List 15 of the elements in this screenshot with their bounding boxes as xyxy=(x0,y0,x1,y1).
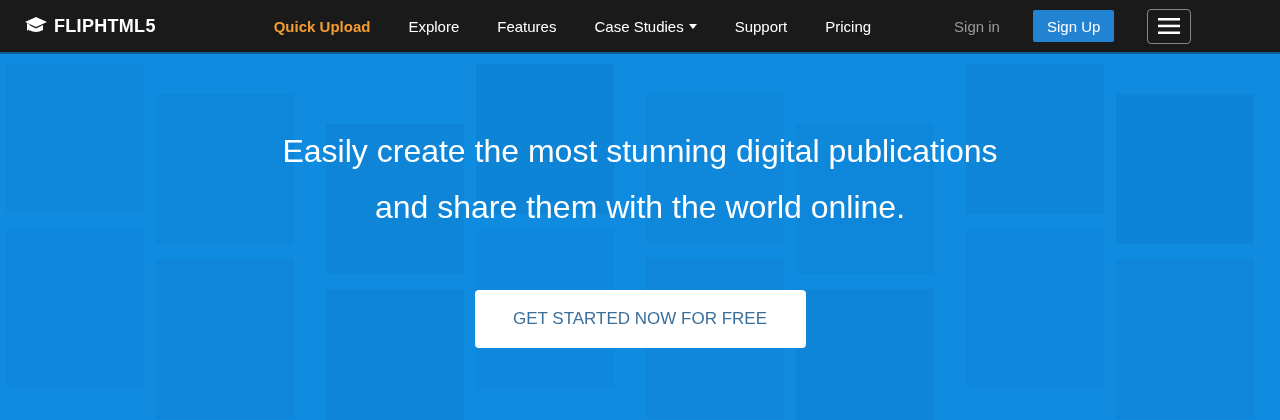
sign-up-button[interactable]: Sign Up xyxy=(1032,10,1115,42)
nav-link[interactable]: Case Studies xyxy=(594,17,697,35)
brand-name[interactable]: FLIPHTML5 xyxy=(54,15,156,37)
sign-in-link[interactable]: Sign in xyxy=(954,17,1000,35)
headline-text: and share them with the world online. xyxy=(374,188,906,226)
nav-link[interactable]: Features xyxy=(497,17,557,35)
headline-text: Easily create the most stunning digital publications xyxy=(282,132,998,170)
nav-link[interactable]: Pricing xyxy=(825,17,872,35)
nav-link[interactable]: Support xyxy=(734,17,788,35)
menu-icon xyxy=(1158,18,1181,34)
caret-icon xyxy=(688,23,697,29)
nav-link[interactable]: Explore xyxy=(408,17,460,35)
get-started-button[interactable]: GET STARTED NOW FOR FREE xyxy=(474,290,806,348)
menu-button[interactable] xyxy=(1147,8,1192,44)
nav-link[interactable]: Quick Upload xyxy=(273,17,371,35)
